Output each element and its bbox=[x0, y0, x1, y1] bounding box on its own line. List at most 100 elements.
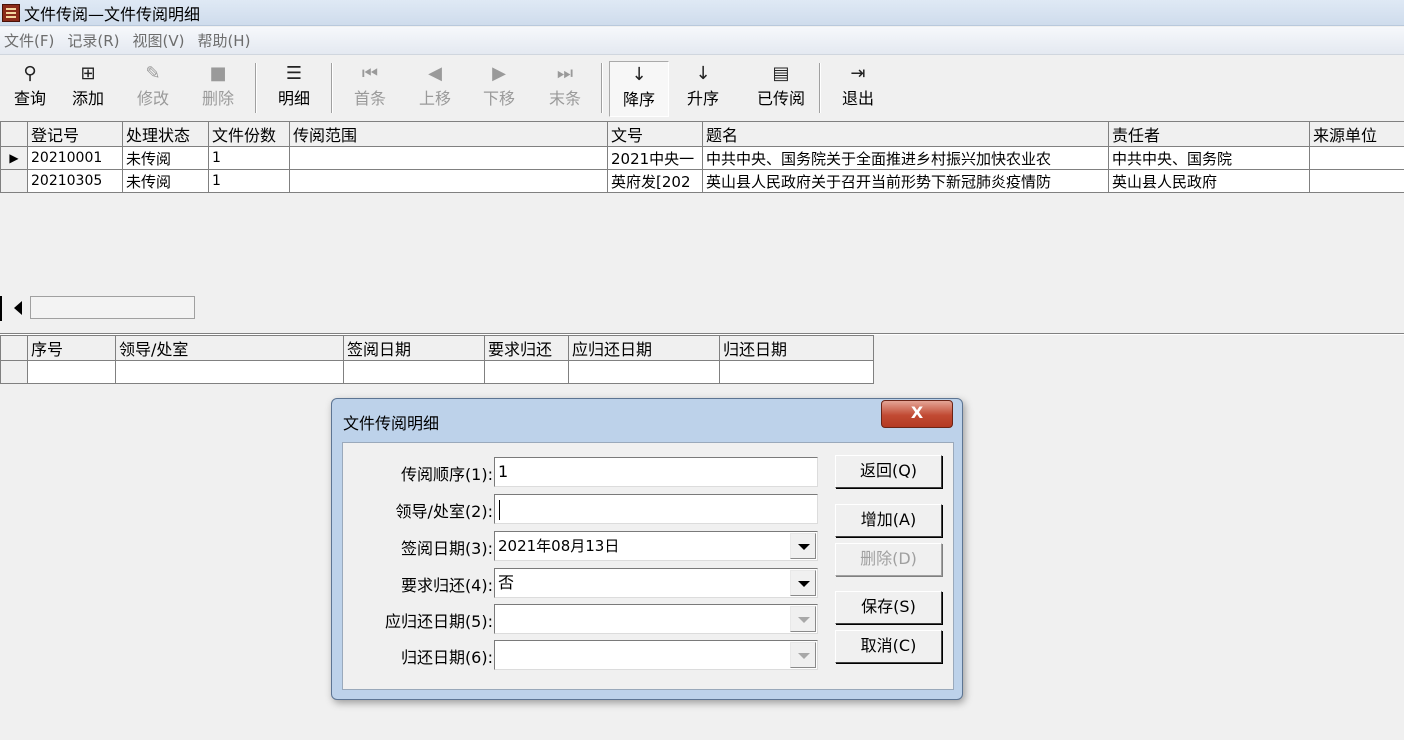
column-header[interactable]: 要求归还 bbox=[484, 335, 569, 361]
dialog-body: 传阅顺序(1): 1 领导/处室(2): 签阅日期(3): 2021年08月13… bbox=[342, 442, 954, 690]
toolbar-separator bbox=[255, 63, 257, 113]
column-header[interactable]: 文号 bbox=[607, 121, 703, 147]
require-return-select[interactable]: 否 bbox=[494, 568, 818, 598]
table-cell[interactable]: 未传阅 bbox=[122, 169, 209, 193]
table-row[interactable]: 20210305 未传阅 1 英府发[202 英山县人民政府关于召开当前形势下新… bbox=[0, 169, 1404, 193]
table-cell[interactable] bbox=[289, 169, 608, 193]
add-button[interactable]: ⊞ 添加 bbox=[58, 61, 118, 117]
column-header[interactable]: 文件份数 bbox=[208, 121, 290, 147]
exit-button[interactable]: ⇥ 退出 bbox=[828, 61, 888, 117]
column-header[interactable]: 应归还日期 bbox=[568, 335, 720, 361]
table-cell[interactable]: 2021中央一 bbox=[607, 146, 703, 170]
column-header[interactable]: 领导/处室 bbox=[115, 335, 344, 361]
table-cell[interactable] bbox=[484, 360, 569, 384]
table-cell[interactable]: 英山县人民政府关于召开当前形势下新冠肺炎疫情防 bbox=[702, 169, 1109, 193]
row-indicator-header bbox=[0, 121, 28, 147]
toolbar-separator bbox=[819, 63, 821, 113]
toolbar-separator bbox=[601, 63, 603, 113]
menu-record[interactable]: 记录(R) bbox=[63, 30, 128, 51]
column-header[interactable]: 归还日期 bbox=[719, 335, 874, 361]
detail-dialog: 文件传阅明细 X 传阅顺序(1): 1 领导/处室(2): 签阅日期(3): 2… bbox=[331, 398, 963, 700]
table-cell[interactable] bbox=[1309, 169, 1404, 193]
app-icon bbox=[2, 3, 20, 22]
table-cell[interactable]: 20210305 bbox=[27, 169, 123, 193]
menu-file[interactable]: 文件(F) bbox=[0, 30, 63, 51]
chevron-down-icon[interactable] bbox=[790, 606, 816, 632]
table-cell[interactable] bbox=[568, 360, 720, 384]
due-date-label: 应归还日期(5): bbox=[384, 612, 493, 631]
table-cell[interactable]: 1 bbox=[208, 146, 290, 170]
row-indicator-header bbox=[0, 335, 28, 361]
row-indicator bbox=[0, 169, 28, 193]
document-icon: ▤ bbox=[772, 63, 790, 84]
first-record-button[interactable]: ⏮ 首条 bbox=[340, 61, 400, 117]
delete-button[interactable]: 删除(D) bbox=[835, 543, 942, 576]
scrollbar-thumb[interactable] bbox=[30, 296, 195, 319]
table-row[interactable] bbox=[0, 360, 874, 384]
column-header[interactable]: 题名 bbox=[702, 121, 1109, 147]
close-button[interactable]: X bbox=[881, 400, 953, 428]
column-header[interactable]: 责任者 bbox=[1108, 121, 1310, 147]
horizontal-scrollbar[interactable] bbox=[0, 296, 196, 321]
table-cell[interactable]: 英府发[202 bbox=[607, 169, 703, 193]
sort-desc-icon: ↓ bbox=[631, 64, 647, 85]
back-button[interactable]: 返回(Q) bbox=[835, 455, 942, 488]
previous-record-button[interactable]: ◀ 上移 bbox=[405, 61, 465, 117]
title-bar: 文件传阅—文件传阅明细 bbox=[0, 0, 1404, 26]
last-record-button[interactable]: ⏭ 末条 bbox=[535, 61, 595, 117]
edit-button[interactable]: ✎ 修改 bbox=[123, 61, 183, 117]
last-icon: ⏭ bbox=[556, 63, 574, 84]
column-header[interactable]: 签阅日期 bbox=[343, 335, 485, 361]
leader-row: 领导/处室(2): bbox=[343, 494, 823, 524]
delete-button[interactable]: ■ 删除 bbox=[188, 61, 248, 117]
column-header[interactable]: 来源单位 bbox=[1309, 121, 1404, 147]
scroll-left-icon[interactable] bbox=[14, 301, 22, 315]
add-button[interactable]: 增加(A) bbox=[835, 504, 942, 537]
menu-view[interactable]: 视图(V) bbox=[128, 30, 193, 51]
table-cell[interactable] bbox=[289, 146, 608, 170]
table-cell[interactable]: 英山县人民政府 bbox=[1108, 169, 1310, 193]
table-cell[interactable] bbox=[27, 360, 116, 384]
table-cell[interactable] bbox=[343, 360, 485, 384]
table-cell[interactable] bbox=[115, 360, 344, 384]
column-header[interactable]: 序号 bbox=[27, 335, 116, 361]
sort-ascending-button[interactable]: ↓ 升序 bbox=[673, 61, 733, 117]
table-row[interactable]: ▶ 20210001 未传阅 1 2021中央一 中共中央、国务院关于全面推进乡… bbox=[0, 146, 1404, 170]
detail-button[interactable]: ☰ 明细 bbox=[264, 61, 324, 117]
circulated-button[interactable]: ▤ 已传阅 bbox=[751, 61, 811, 117]
column-header[interactable]: 处理状态 bbox=[122, 121, 209, 147]
scrollbar-edge bbox=[0, 296, 2, 321]
due-date-select[interactable] bbox=[494, 604, 818, 634]
table-cell[interactable]: 20210001 bbox=[27, 146, 123, 170]
return-date-select[interactable] bbox=[494, 640, 818, 670]
column-header[interactable]: 传阅范围 bbox=[289, 121, 608, 147]
table-cell[interactable]: 1 bbox=[208, 169, 290, 193]
table-cell[interactable] bbox=[719, 360, 874, 384]
table-cell[interactable]: 中共中央、国务院 bbox=[1108, 146, 1310, 170]
window-title: 文件传阅—文件传阅明细 bbox=[24, 4, 201, 24]
chevron-down-icon[interactable] bbox=[790, 570, 816, 596]
next-record-button[interactable]: ▶ 下移 bbox=[469, 61, 529, 117]
save-button[interactable]: 保存(S) bbox=[835, 591, 942, 624]
toolbar: ⚲ 查询 ⊞ 添加 ✎ 修改 ■ 删除 ☰ 明细 ⏮ 首条 ◀ 上移 ▶ 下移 … bbox=[0, 57, 1404, 119]
table-cell[interactable]: 中共中央、国务院关于全面推进乡村振兴加快农业农 bbox=[702, 146, 1109, 170]
binoculars-icon: ⚲ bbox=[23, 63, 37, 84]
due-date-row: 应归还日期(5): bbox=[343, 604, 823, 634]
sort-descending-button[interactable]: ↓ 降序 bbox=[609, 61, 669, 117]
leader-input[interactable] bbox=[494, 494, 818, 524]
menu-bar: 文件(F) 记录(R) 视图(V) 帮助(H) bbox=[0, 27, 1404, 55]
chevron-down-icon[interactable] bbox=[790, 642, 816, 668]
chevron-down-icon[interactable] bbox=[790, 533, 816, 559]
return-date-row: 归还日期(6): bbox=[343, 640, 823, 670]
order-input[interactable]: 1 bbox=[494, 457, 818, 487]
sign-date-select[interactable]: 2021年08月13日 bbox=[494, 531, 818, 561]
cancel-button[interactable]: 取消(C) bbox=[835, 630, 942, 663]
column-header[interactable]: 登记号 bbox=[27, 121, 123, 147]
order-row: 传阅顺序(1): 1 bbox=[343, 457, 823, 487]
query-button[interactable]: ⚲ 查询 bbox=[0, 61, 60, 117]
sign-date-row: 签阅日期(3): 2021年08月13日 bbox=[343, 531, 823, 561]
menu-help[interactable]: 帮助(H) bbox=[193, 30, 259, 51]
return-date-label: 归还日期(6): bbox=[400, 648, 493, 667]
table-cell[interactable]: 未传阅 bbox=[122, 146, 209, 170]
table-cell[interactable] bbox=[1309, 146, 1404, 170]
